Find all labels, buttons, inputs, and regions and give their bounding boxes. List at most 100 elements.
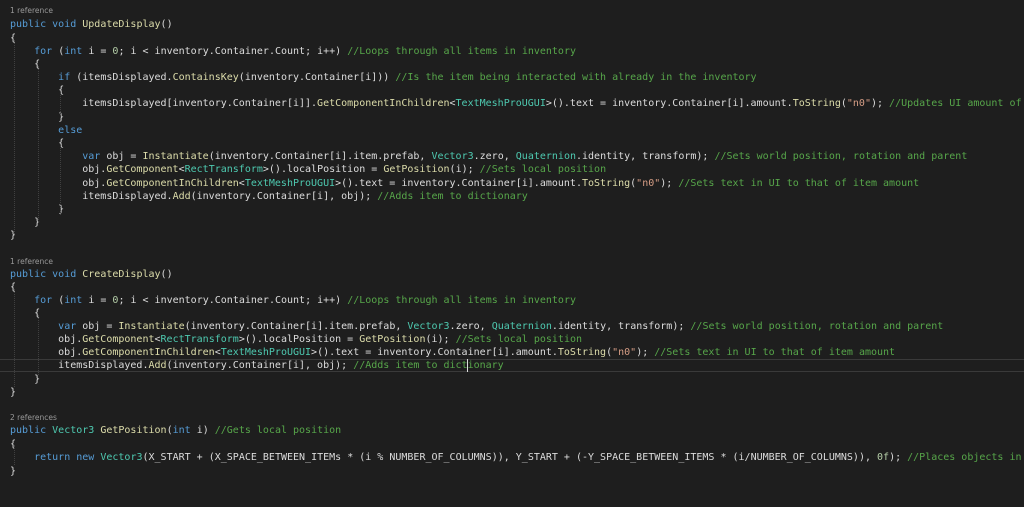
- indent-guide: [60, 145, 61, 215]
- codelens-references-link[interactable]: 1 reference: [10, 257, 53, 267]
- codelens-references-link[interactable]: 1 reference: [10, 6, 53, 16]
- code-token: for: [34, 295, 59, 306]
- code-token: //Is the item being interacted with alre…: [395, 72, 757, 83]
- code-token: }: [10, 387, 17, 398]
- code-token: public: [10, 425, 53, 436]
- code-token: );: [636, 347, 655, 358]
- code-token: //Sets world position, rotation and pare…: [714, 151, 968, 162]
- code-token: Add: [148, 360, 167, 371]
- codelens-label[interactable]: 2 references: [10, 413, 57, 422]
- code-token: Quaternion: [515, 151, 576, 162]
- text-caret: [467, 359, 468, 372]
- code-token: GetComponent: [82, 334, 155, 345]
- code-token: Instantiate: [142, 151, 209, 162]
- code-token: "n0": [846, 98, 871, 109]
- code-token: itemsDisplayed.: [10, 191, 173, 202]
- code-token: .identity, transform);: [551, 321, 691, 332]
- code-token: var: [58, 321, 83, 332]
- code-token: GetComponentInChildren: [317, 98, 450, 109]
- code-token: //Loops through all items in inventory: [347, 295, 576, 306]
- code-line: var obj = Instantiate(inventory.Containe…: [10, 320, 943, 333]
- code-token: obj =: [106, 151, 143, 162]
- code-token: RectTransform: [184, 164, 263, 175]
- code-token: obj.: [10, 178, 107, 189]
- code-token: >().localPosition =: [238, 334, 360, 345]
- code-token: (inventory.Container[i], obj);: [190, 191, 378, 202]
- code-token: public: [10, 19, 53, 30]
- code-line: }: [10, 465, 16, 478]
- code-token: itemsDisplayed[inventory.Container[i]].: [10, 98, 318, 109]
- code-token: for: [34, 46, 59, 57]
- codelens-label[interactable]: 1 reference: [10, 257, 53, 266]
- code-token: //Adds item to dictionary: [377, 191, 528, 202]
- code-token: >().text = inventory.Container[i].amount…: [311, 347, 558, 358]
- code-token: (i);: [449, 164, 480, 175]
- code-token: GetPosition: [359, 334, 426, 345]
- indent-guide: [38, 66, 39, 222]
- code-token: if: [58, 72, 77, 83]
- code-token: void: [52, 269, 83, 280]
- code-token: //Sets local position: [479, 164, 607, 175]
- indent-guide: [60, 92, 61, 118]
- codelens-label[interactable]: 1 reference: [10, 6, 53, 15]
- code-line: obj.GetComponent<RectTransform>().localP…: [10, 163, 606, 176]
- code-token: obj.: [10, 334, 83, 345]
- code-token: //Sets world position, rotation and pare…: [690, 321, 944, 332]
- indent-guide: [14, 289, 15, 387]
- code-token: TextMeshProUGUI: [244, 178, 336, 189]
- code-token: //Adds item to dictionary: [353, 360, 504, 371]
- code-token: .zero,: [449, 321, 492, 332]
- codelens-references-link[interactable]: 2 references: [10, 413, 57, 423]
- code-token: );: [889, 452, 908, 463]
- code-token: ToString: [557, 347, 607, 358]
- code-token: //Sets local position: [455, 334, 583, 345]
- code-token: .identity, transform);: [576, 151, 715, 162]
- code-token: //Gets local position: [214, 425, 342, 436]
- code-token: Add: [172, 191, 191, 202]
- code-line: obj.GetComponentInChildren<TextMeshProUG…: [10, 177, 919, 190]
- code-token: i =: [88, 46, 113, 57]
- code-token: Instantiate: [118, 321, 185, 332]
- code-token: (inventory.Container[i].item.prefab,: [184, 321, 408, 332]
- code-token: 0f: [877, 452, 890, 463]
- code-token: ; i < inventory.Container.Count; i++): [118, 295, 348, 306]
- code-line: return new Vector3(X_START + (X_SPACE_BE…: [10, 451, 1024, 464]
- code-token: int: [172, 425, 197, 436]
- code-token: ToString: [792, 98, 841, 109]
- code-line: var obj = Instantiate(inventory.Containe…: [10, 150, 967, 163]
- code-token: Vector3: [407, 321, 450, 332]
- code-token: GetComponentInChildren: [82, 347, 215, 358]
- code-editor[interactable]: 1 reference public void UpdateDisplay(){ …: [0, 0, 1024, 507]
- code-token: (inventory.Container[i], obj);: [166, 360, 354, 371]
- code-token: int: [64, 46, 89, 57]
- code-token: (): [160, 269, 173, 280]
- code-token: else: [58, 125, 83, 136]
- code-token: Vector3: [52, 425, 101, 436]
- indent-guide: [14, 40, 15, 236]
- code-line: obj.GetComponent<RectTransform>().localP…: [10, 333, 582, 346]
- code-token: >().text = inventory.Container[i].amount…: [545, 98, 793, 109]
- code-token: TextMeshProUGUI: [220, 347, 312, 358]
- code-token: //Sets text in UI to that of item amount: [678, 178, 920, 189]
- code-token: );: [660, 178, 679, 189]
- code-token: obj.: [10, 347, 83, 358]
- indent-guide: [14, 445, 15, 465]
- code-token: ToString: [581, 178, 631, 189]
- code-token: var: [82, 151, 107, 162]
- code-token: GetComponent: [106, 164, 179, 175]
- code-token: obj =: [82, 321, 119, 332]
- code-token: i): [196, 425, 215, 436]
- code-token: int: [64, 295, 89, 306]
- code-token: //Sets text in UI to that of item amount: [654, 347, 896, 358]
- code-token: GetComponentInChildren: [106, 178, 239, 189]
- code-token: Quaternion: [491, 321, 552, 332]
- code-token: Vector3: [431, 151, 474, 162]
- code-token: }: [10, 466, 17, 477]
- code-token: GetPosition: [383, 164, 450, 175]
- code-line: obj.GetComponentInChildren<TextMeshProUG…: [10, 346, 895, 359]
- code-token: //Updates UI amount of item in inventory: [889, 98, 1022, 109]
- code-token: //Places objects in a grid: [907, 452, 1022, 463]
